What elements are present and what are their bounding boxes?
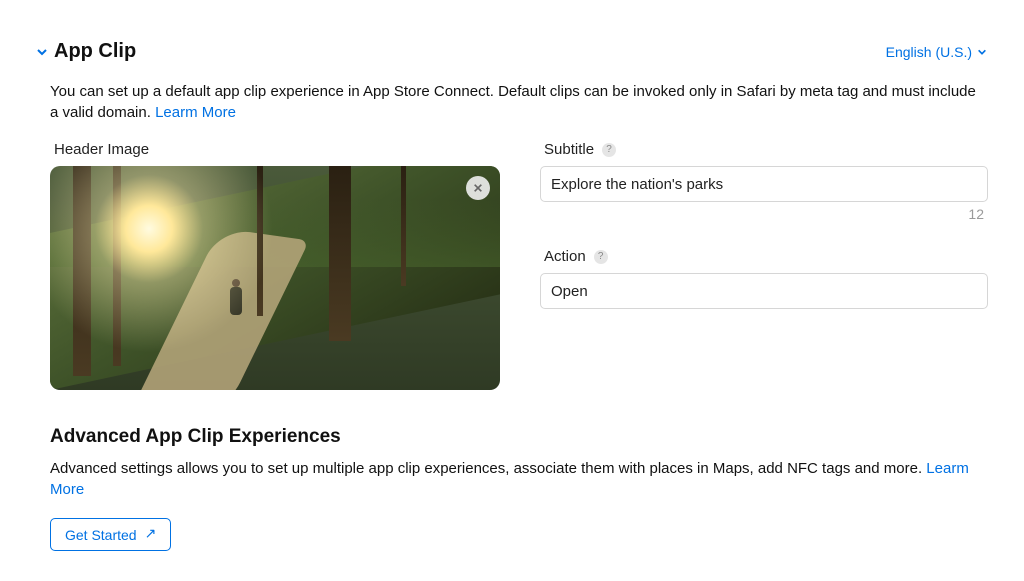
locale-selector[interactable]: English (U.S.): [886, 44, 988, 60]
action-select[interactable]: [540, 273, 988, 309]
learn-more-link[interactable]: Learm More: [155, 104, 236, 121]
get-started-label: Get Started: [65, 527, 137, 543]
section-title-row: App Clip: [36, 40, 136, 63]
subtitle-label: Subtitle: [544, 141, 594, 158]
advanced-description: Advanced settings allows you to set up m…: [50, 458, 988, 500]
page-title: App Clip: [54, 40, 136, 63]
chevron-down-icon: [976, 46, 988, 58]
advanced-desc-text: Advanced settings allows you to set up m…: [50, 460, 926, 477]
chevron-down-icon[interactable]: [36, 46, 48, 58]
action-label: Action: [544, 248, 586, 265]
subtitle-char-count: 12: [540, 206, 984, 222]
help-icon[interactable]: ?: [594, 250, 608, 264]
subtitle-input[interactable]: [540, 166, 988, 202]
help-icon[interactable]: ?: [602, 143, 616, 157]
header-image-preview[interactable]: [50, 166, 500, 390]
intro-description: You can set up a default app clip experi…: [50, 81, 988, 123]
advanced-title: Advanced App Clip Experiences: [50, 426, 988, 448]
get-started-button[interactable]: Get Started ↗: [50, 518, 171, 551]
remove-image-icon[interactable]: [466, 176, 490, 200]
external-link-icon: ↗: [145, 525, 157, 542]
locale-label: English (U.S.): [886, 44, 972, 60]
header-image-label: Header Image: [54, 141, 500, 158]
